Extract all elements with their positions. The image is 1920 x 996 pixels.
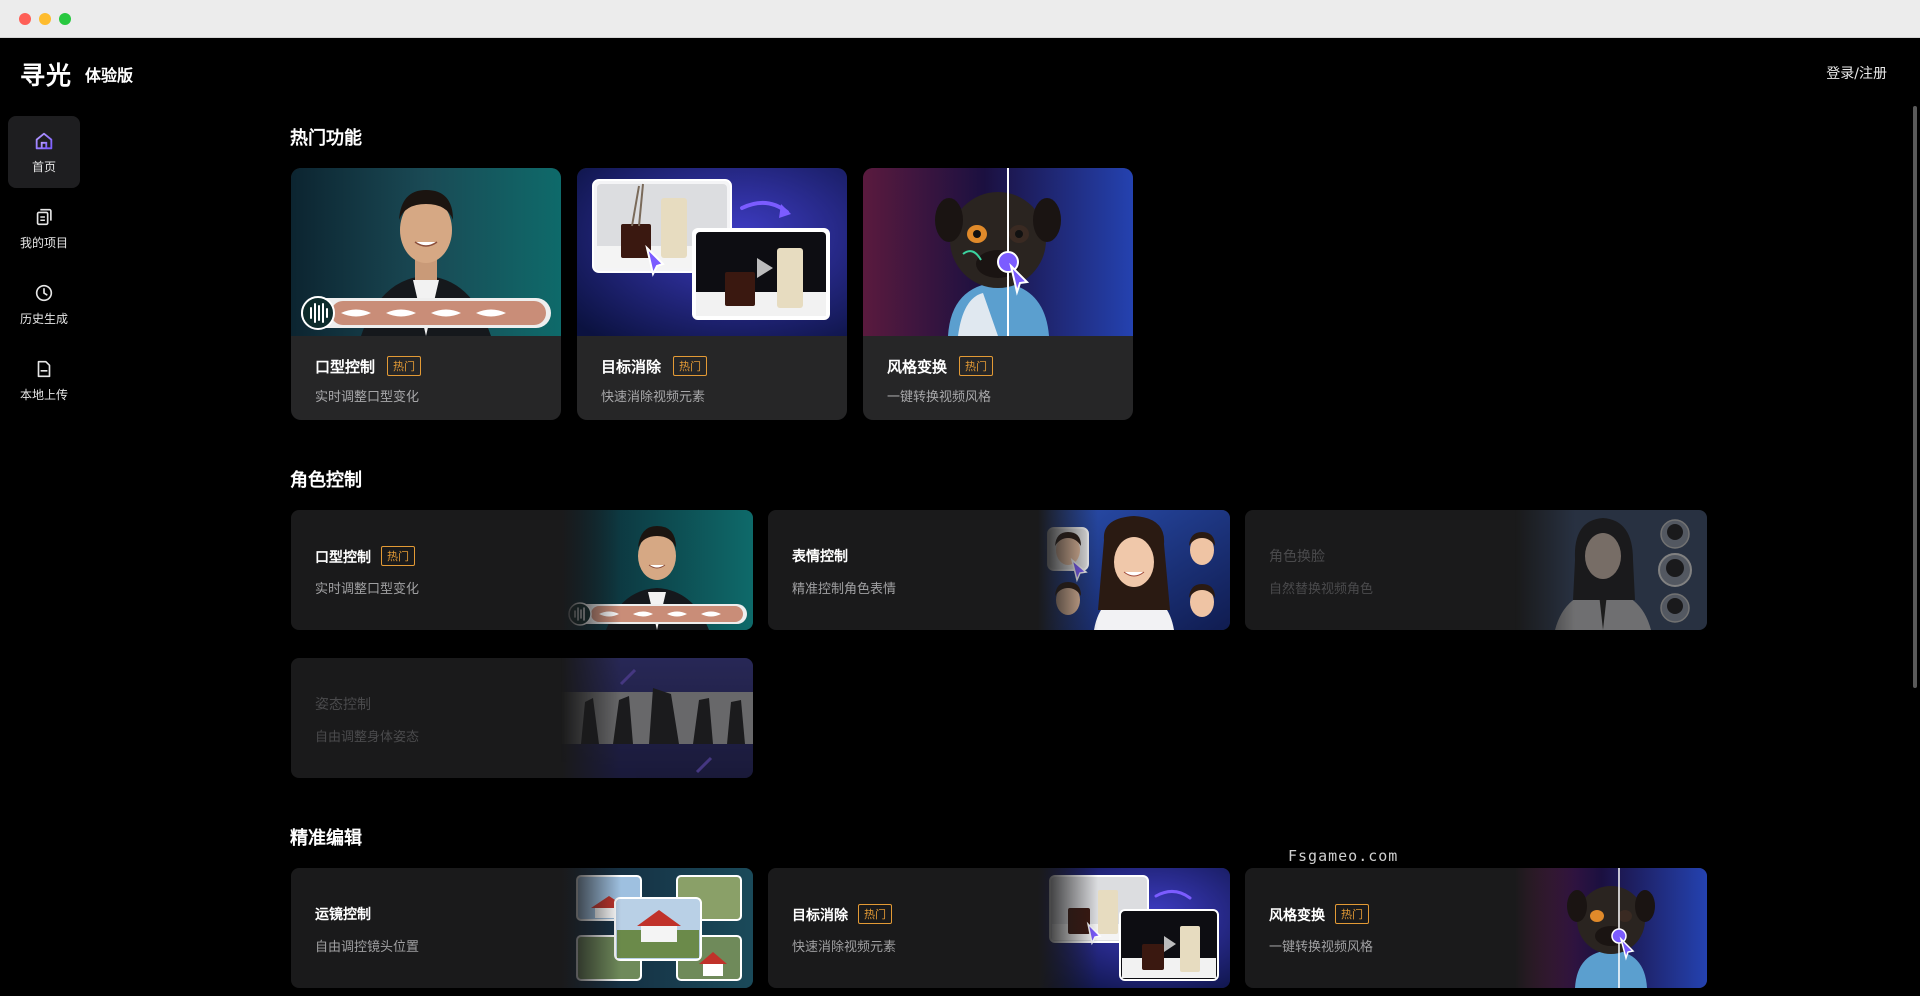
sidebar-item-home[interactable]: 首页: [8, 116, 80, 188]
character-card-pose[interactable]: 姿态控制 自由调整身体姿态: [291, 658, 753, 778]
hot-badge: 热门: [673, 356, 708, 376]
card-title: 角色换脸: [1269, 549, 1325, 565]
card-title: 运镜控制: [315, 907, 371, 923]
character-card-face-swap[interactable]: 角色换脸 自然替换视频角色: [1245, 510, 1707, 630]
close-window-button[interactable]: [19, 13, 31, 25]
upload-file-icon: [37, 360, 51, 377]
edit-card-object-removal[interactable]: 目标消除 热门 快速消除视频元素: [768, 868, 1230, 988]
card-desc: 自然替换视频角色: [1269, 582, 1374, 597]
home-icon: [35, 132, 53, 149]
maximize-window-button[interactable]: [59, 13, 71, 25]
window-titlebar: [0, 0, 1920, 38]
hot-card-desc: 一键转换视频风格: [887, 390, 992, 405]
sidebar-label-history: 历史生成: [19, 311, 68, 326]
lip-sync-thumbnail: [561, 510, 753, 630]
character-card-expression[interactable]: 表情控制 精准控制角色表情: [768, 510, 1230, 630]
sidebar-label-projects: 我的项目: [19, 235, 68, 250]
sidebar-item-history[interactable]: 历史生成: [8, 268, 80, 340]
hot-badge: 热门: [959, 356, 994, 376]
hot-card-title: 口型控制 热门: [315, 356, 422, 377]
sidebar-item-projects[interactable]: 我的项目: [8, 192, 80, 264]
hot-badge: 热门: [381, 546, 415, 566]
login-register-link[interactable]: 登录/注册: [1826, 63, 1887, 83]
style-transfer-thumbnail: [1515, 868, 1707, 988]
card-title: 表情控制: [792, 549, 848, 565]
hot-card-desc: 快速消除视频元素: [601, 390, 706, 405]
pose-thumbnail: [561, 658, 753, 778]
card-desc: 精准控制角色表情: [792, 582, 897, 597]
edition-label: 体验版: [85, 66, 134, 85]
character-card-lip-sync[interactable]: 口型控制 热门 实时调整口型变化: [291, 510, 753, 630]
hot-badge: 热门: [858, 904, 892, 924]
app-logo[interactable]: 寻光: [20, 56, 72, 92]
hot-card-lip-sync[interactable]: 口型控制 热门 实时调整口型变化: [291, 168, 561, 420]
hot-card-desc: 实时调整口型变化: [315, 390, 420, 405]
hot-card-style-transfer[interactable]: 风格变换 热门 一键转换视频风格: [863, 168, 1133, 420]
edit-card-style-transfer[interactable]: 风格变换 热门 一键转换视频风格: [1245, 868, 1707, 988]
card-desc: 自由调整身体姿态: [315, 730, 420, 745]
expression-thumbnail: [1038, 510, 1230, 630]
clock-icon: [35, 284, 53, 301]
section-title-edit: 精准编辑: [290, 828, 362, 849]
style-transfer-thumbnail: [863, 168, 1133, 336]
minimize-window-button[interactable]: [39, 13, 51, 25]
section-title-hot: 热门功能: [290, 128, 362, 149]
hot-badge: 热门: [1335, 904, 1369, 924]
card-desc: 自由调控镜头位置: [315, 940, 420, 955]
watermark-text: Fsgameo.com: [1288, 847, 1399, 865]
card-desc: 一键转换视频风格: [1269, 940, 1374, 955]
card-title: 口型控制 热门: [315, 546, 415, 567]
card-desc: 快速消除视频元素: [792, 940, 897, 955]
camera-control-thumbnail: [561, 868, 753, 988]
hot-card-object-removal[interactable]: 目标消除 热门 快速消除视频元素: [577, 168, 847, 420]
page-scrollbar[interactable]: [1913, 106, 1917, 688]
card-title: 姿态控制: [315, 697, 371, 713]
card-desc: 实时调整口型变化: [315, 582, 420, 597]
hot-card-title: 风格变换 热门: [887, 356, 994, 377]
hot-badge: 热门: [387, 356, 422, 376]
face-swap-thumbnail: [1515, 510, 1707, 630]
card-title: 目标消除 热门: [792, 904, 892, 925]
card-title: 风格变换 热门: [1269, 904, 1369, 925]
section-title-character: 角色控制: [290, 470, 362, 491]
sidebar-label-home: 首页: [31, 159, 56, 174]
object-removal-thumbnail: [577, 168, 847, 336]
sidebar-label-upload: 本地上传: [19, 387, 68, 402]
sidebar-item-upload[interactable]: 本地上传: [8, 344, 80, 416]
edit-card-camera-control[interactable]: 运镜控制 自由调控镜头位置: [291, 868, 753, 988]
projects-icon: [36, 208, 52, 225]
object-removal-thumbnail: [1038, 868, 1230, 988]
hot-card-title: 目标消除 热门: [601, 356, 708, 377]
lip-sync-thumbnail: [291, 168, 561, 336]
